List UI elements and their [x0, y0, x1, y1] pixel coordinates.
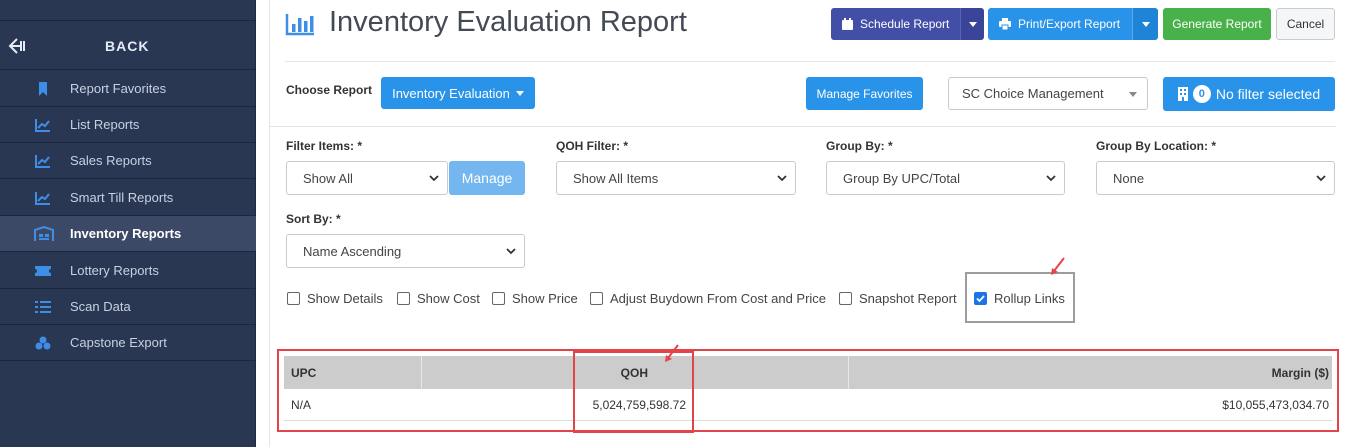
option-show-price[interactable]: Show Price [492, 291, 578, 306]
caret-down-icon [1141, 21, 1150, 27]
column-header-upc[interactable]: UPC [291, 356, 411, 389]
sidebar-item-label: Scan Data [70, 299, 131, 314]
sidebar-item-sales-reports[interactable]: Sales Reports [0, 143, 256, 179]
schedule-report-button[interactable]: Schedule Report [831, 8, 961, 40]
bar-chart-icon [285, 14, 314, 36]
filter-count-badge: 0 [1192, 85, 1211, 103]
sidebar-item-capstone-export[interactable]: Capstone Export [0, 325, 256, 361]
group-by-select[interactable]: Group By UPC/Total [826, 161, 1065, 195]
qoh-filter-select[interactable]: Show All Items [556, 161, 796, 195]
generate-report-button[interactable]: Generate Report [1163, 8, 1271, 40]
chevron-down-icon [777, 175, 787, 182]
sidebar-item-label: Report Favorites [70, 81, 167, 96]
highlight-box-rollup [965, 272, 1075, 323]
option-snapshot-report[interactable]: Snapshot Report [839, 291, 957, 306]
line-chart-icon [35, 118, 50, 132]
bookmark-icon [39, 81, 47, 96]
sidebar-item-smart-till-reports[interactable]: Smart Till Reports [0, 180, 256, 216]
store-select-value: SC Choice Management [962, 86, 1104, 101]
divider [270, 126, 1336, 127]
location-filter-button[interactable]: 0 No filter selected [1163, 77, 1335, 111]
group-by-location-select[interactable]: None [1096, 161, 1335, 195]
page-title: Inventory Evaluation Report [329, 6, 687, 38]
cell-margin: $10,055,473,034.70 [1222, 398, 1329, 412]
sidebar-item-scan-data[interactable]: Scan Data [0, 289, 256, 325]
choose-report-dropdown[interactable]: Inventory Evaluation [381, 77, 535, 109]
sidebar-item-label: Smart Till Reports [70, 190, 174, 205]
line-chart-icon [35, 191, 50, 205]
back-label: BACK [105, 38, 150, 54]
group-by-location-label: Group By Location: * [1096, 139, 1216, 153]
manage-filter-button[interactable]: Manage [449, 161, 525, 195]
filter-label: No filter selected [1215, 86, 1321, 102]
sidebar-back-button[interactable]: BACK [0, 20, 256, 70]
divider [285, 61, 1335, 62]
sidebar: BACK Report Favorites List Reports Sales… [0, 0, 256, 447]
caret-down-icon [968, 21, 977, 27]
sidebar-item-label: List Reports [70, 117, 140, 132]
option-label: Show Details [307, 291, 383, 306]
chevron-down-icon [1316, 175, 1326, 182]
sort-by-label: Sort By: * [286, 212, 341, 226]
ticket-icon [35, 265, 51, 276]
column-header-margin[interactable]: Margin ($) [849, 356, 1329, 389]
line-chart-icon [35, 154, 50, 168]
sidebar-item-label: Inventory Reports [70, 226, 182, 241]
annotation-arrow-icon [665, 344, 679, 362]
calendar-icon [842, 18, 853, 30]
snapshot-report-checkbox[interactable] [839, 292, 852, 305]
adjust-buydown-checkbox[interactable] [590, 292, 603, 305]
manage-favorites-button[interactable]: Manage Favorites [806, 77, 923, 110]
sidebar-item-label: Sales Reports [70, 153, 152, 168]
list-icon [35, 300, 51, 313]
chevron-down-icon [1046, 175, 1056, 182]
option-label: Show Cost [417, 291, 480, 306]
show-price-checkbox[interactable] [492, 292, 505, 305]
chevron-down-icon [506, 248, 516, 255]
caret-down-icon [515, 90, 524, 96]
building-icon [1177, 87, 1188, 101]
cell-upc[interactable]: N/A [291, 389, 411, 421]
warehouse-icon [34, 225, 54, 241]
filter-items-select[interactable]: Show All [286, 161, 448, 195]
sort-by-value: Name Ascending [303, 243, 402, 259]
chevron-down-icon [429, 175, 439, 182]
cubes-icon [35, 336, 51, 349]
filter-items-label: Filter Items: * [286, 139, 363, 153]
group-by-value: Group By UPC/Total [843, 170, 961, 186]
option-show-cost[interactable]: Show Cost [397, 291, 480, 306]
show-cost-checkbox[interactable] [397, 292, 410, 305]
filter-items-value: Show All [303, 170, 353, 186]
option-show-details[interactable]: Show Details [287, 291, 383, 306]
print-export-button[interactable]: Print/Export Report [988, 8, 1133, 40]
sidebar-item-inventory-reports[interactable]: Inventory Reports [0, 216, 256, 252]
schedule-report-label: Schedule Report [860, 17, 950, 31]
option-label: Show Price [512, 291, 578, 306]
print-export-label: Print/Export Report [1018, 17, 1121, 31]
option-adjust-buydown[interactable]: Adjust Buydown From Cost and Price [590, 291, 826, 306]
qoh-filter-value: Show All Items [573, 170, 659, 186]
sidebar-item-report-favorites[interactable]: Report Favorites [0, 71, 256, 107]
choose-report-value: Inventory Evaluation [392, 85, 510, 101]
option-label: Snapshot Report [859, 291, 957, 306]
group-by-label: Group By: * [826, 139, 893, 153]
annotation-arrow-icon [1051, 257, 1065, 275]
cancel-button[interactable]: Cancel [1276, 8, 1335, 40]
qoh-filter-label: QOH Filter: * [556, 139, 629, 153]
group-by-location-value: None [1113, 170, 1145, 186]
store-select[interactable]: SC Choice Management [948, 77, 1148, 110]
sidebar-item-lottery-reports[interactable]: Lottery Reports [0, 253, 256, 289]
caret-down-icon [1129, 92, 1137, 97]
back-arrow-icon [8, 38, 25, 54]
sidebar-item-label: Capstone Export [70, 335, 167, 350]
sidebar-item-list-reports[interactable]: List Reports [0, 107, 256, 143]
choose-report-label: Choose Report [286, 83, 373, 97]
option-label: Adjust Buydown From Cost and Price [610, 291, 827, 306]
print-export-dropdown[interactable] [1132, 8, 1158, 40]
sidebar-item-label: Lottery Reports [70, 263, 159, 278]
show-details-checkbox[interactable] [287, 292, 300, 305]
printer-icon [999, 18, 1011, 30]
sort-by-select[interactable]: Name Ascending [286, 234, 525, 268]
schedule-report-dropdown[interactable] [960, 8, 984, 40]
